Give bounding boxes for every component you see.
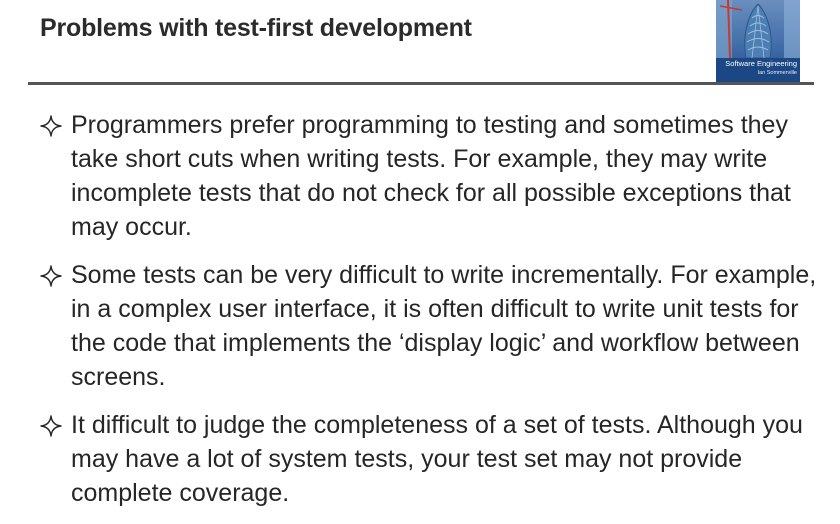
book-author: Ian Sommerville <box>757 70 797 76</box>
bullet-item: Programmers prefer programming to testin… <box>40 108 820 244</box>
bullet-text: Some tests can be very difficult to writ… <box>71 261 817 391</box>
bullet-item: It difficult to judge the completeness o… <box>40 408 820 510</box>
four-point-star-icon <box>40 115 62 137</box>
four-point-star-icon <box>40 415 62 437</box>
slide-title: Problems with test-first development <box>40 14 472 42</box>
slide: Problems with test-first development Sof… <box>0 0 840 522</box>
bullet-item: Some tests can be very difficult to writ… <box>40 258 820 394</box>
bullet-text: It difficult to judge the completeness o… <box>71 411 803 507</box>
book-cover-image: Software Engineering Ian Sommerville <box>716 0 800 82</box>
four-point-star-icon <box>40 265 62 287</box>
bullet-text: Programmers prefer programming to testin… <box>71 111 791 241</box>
book-title: Software Engineering <box>725 59 797 68</box>
title-divider <box>28 82 814 85</box>
bullet-list: Programmers prefer programming to testin… <box>40 108 820 524</box>
